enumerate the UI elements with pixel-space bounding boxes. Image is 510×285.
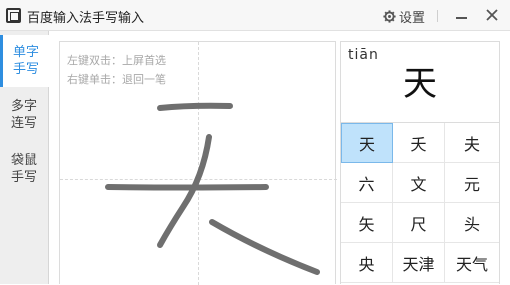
tab-label-line1: 单字 (12, 45, 39, 60)
tab-label-line2: 手写 (10, 170, 37, 185)
title-separator (437, 10, 438, 22)
app-logo-icon (6, 8, 21, 23)
candidate-cell[interactable]: 夭 (393, 123, 445, 163)
title-bar[interactable]: 百度输入法手写输入 设置 (0, 0, 510, 31)
candidate-cell[interactable]: 天气 (445, 243, 499, 283)
candidate-panel: tiān 天 天 夭 夫 六 文 元 矢 尺 头 央 天津 天气 (340, 41, 500, 284)
stroke-1 (157, 102, 233, 111)
candidate-cell[interactable]: 元 (445, 163, 499, 203)
candidate-cell[interactable]: 矢 (341, 203, 393, 243)
tab-label-line2: 连写 (10, 116, 37, 131)
settings-button[interactable]: 设置 (383, 7, 426, 26)
close-icon[interactable] (482, 5, 502, 25)
stroke-3 (157, 134, 212, 248)
input-mode-tabs: 单字 手写 多字 连写 袋鼠 手写 (0, 31, 49, 284)
writing-pad[interactable]: 左键双击：上屏首选 右键单击：退回一笔 (59, 41, 337, 285)
tab-label-line1: 多字 (10, 99, 37, 114)
candidate-cell[interactable]: 央 (341, 243, 393, 283)
candidate-cell[interactable]: 头 (445, 203, 499, 243)
candidate-grid: 天 夭 夫 六 文 元 矢 尺 头 央 天津 天气 (341, 122, 499, 283)
preview-character: 天 (403, 64, 437, 104)
gear-icon (383, 9, 396, 23)
window-title: 百度输入法手写输入 (27, 11, 145, 26)
tab-label-line2: 手写 (12, 62, 39, 77)
candidate-cell[interactable]: 尺 (393, 203, 445, 243)
stroke-4 (209, 219, 320, 275)
handwriting-window: 百度输入法手写输入 设置 单字 手写 多字 连写 袋鼠 手写 左键双击：上屏首选… (0, 0, 510, 285)
candidate-cell[interactable]: 夫 (445, 123, 499, 163)
tab-single-char[interactable]: 单字 手写 (0, 35, 49, 87)
candidate-cell[interactable]: 文 (393, 163, 445, 203)
settings-label: 设置 (399, 10, 426, 26)
handwritten-strokes (105, 102, 320, 275)
minimize-icon[interactable] (453, 6, 471, 24)
candidate-cell[interactable]: 天津 (393, 243, 445, 283)
candidate-cell[interactable]: 六 (341, 163, 393, 203)
tab-label-line1: 袋鼠 (10, 153, 37, 168)
pinyin-label: tiān (348, 47, 379, 63)
stroke-2 (105, 184, 269, 191)
candidate-cell[interactable]: 天 (341, 123, 393, 163)
tab-multi-char[interactable]: 多字 连写 (0, 89, 48, 141)
tab-kangaroo[interactable]: 袋鼠 手写 (0, 143, 48, 195)
